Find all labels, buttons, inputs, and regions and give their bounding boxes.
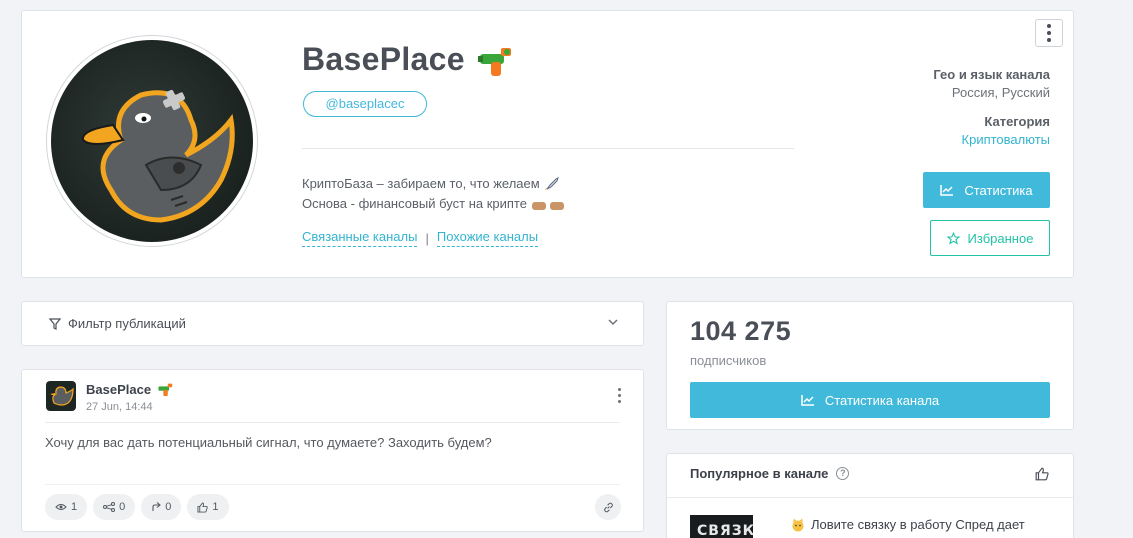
help-icon[interactable]: ? (836, 467, 850, 480)
popular-post-text: Ловите связку в работу Спред дает (811, 517, 1025, 532)
username-badge[interactable]: @baseplacec (303, 91, 427, 117)
channel-avatar (46, 35, 258, 247)
thumbs-up-icon (197, 501, 209, 513)
header-divider (302, 148, 794, 149)
forwards-stat[interactable]: 0 (141, 494, 182, 520)
category-label: Категория (984, 114, 1050, 129)
post-footer-divider (45, 484, 620, 485)
water-gun-emoji-icon (477, 42, 517, 78)
filter-label: Фильтр публикаций (68, 316, 186, 331)
post-text: Хочу для вас дать потенциальный сигнал, … (45, 435, 492, 450)
channel-header-card: BasePlace @baseplacec КриптоБаза – забир… (21, 10, 1074, 278)
cat-emoji-icon (792, 518, 804, 531)
popular-post-title[interactable]: Ловите связку в работу Спред дает (791, 517, 1025, 532)
popular-post-thumbnail[interactable]: СВЯЗКА (690, 515, 753, 538)
post-author-name: BasePlace (86, 381, 152, 397)
post-author-avatar (46, 381, 76, 411)
copy-link-button[interactable] (595, 494, 621, 520)
category-value-link[interactable]: Криптовалюты (962, 132, 1050, 147)
rocket-emoji-icon (544, 177, 560, 191)
description-line-2: Основа - финансовый буст на крипте (302, 196, 527, 211)
favorite-button[interactable]: Избранное (930, 220, 1050, 256)
statistics-button-label: Статистика (964, 182, 1033, 198)
more-vertical-icon (1047, 24, 1051, 28)
shares-count: 0 (119, 501, 126, 513)
chart-line-icon (801, 395, 814, 406)
views-count: 1 (71, 501, 78, 513)
popular-title: Популярное в канале ? (690, 466, 850, 481)
publication-filter[interactable]: Фильтр публикаций (21, 301, 644, 346)
channel-title-text: BasePlace (302, 41, 465, 77)
post-date: 27 Jun, 14:44 (86, 401, 153, 413)
share-icon (103, 502, 116, 512)
post-more-options-button[interactable] (618, 388, 621, 403)
chevron-down-icon[interactable] (607, 316, 619, 328)
duck-logo-image (51, 40, 253, 242)
shares-stat[interactable]: 0 (93, 494, 136, 520)
views-stat[interactable]: 1 (45, 494, 88, 520)
popular-title-text: Популярное в канале (690, 466, 829, 481)
more-vertical-icon (618, 388, 621, 391)
channel-title: BasePlace (302, 41, 517, 78)
forward-icon (152, 502, 162, 511)
geo-value: Россия, Русский (951, 85, 1050, 100)
popular-divider (667, 497, 1073, 498)
description-line-1: КриптоБаза – забираем то, что желаем (302, 176, 540, 191)
post-author[interactable]: BasePlace (86, 381, 175, 397)
channel-statistics-label: Статистика канала (824, 392, 940, 408)
likes-count: 1 (212, 501, 219, 513)
more-options-button[interactable] (1035, 19, 1063, 47)
forwards-count: 0 (165, 501, 172, 513)
subscribers-label: подписчиков (690, 353, 767, 368)
filter-icon (49, 317, 61, 330)
geo-label: Гео и язык канала (933, 67, 1050, 82)
chart-line-icon (940, 185, 954, 196)
channel-description: КриптоБаза – забираем то, что желаем Осн… (302, 174, 565, 214)
related-channels-link[interactable]: Связанные каналы (302, 229, 418, 247)
eye-icon (55, 504, 67, 510)
similar-channels-link[interactable]: Похожие каналы (436, 229, 539, 247)
statistics-button[interactable]: Статистика (923, 172, 1050, 208)
post-divider (45, 422, 620, 423)
star-icon (946, 231, 960, 245)
subscribers-card: 104 275 подписчиков Статистика канала (666, 301, 1074, 430)
favorite-button-label: Избранное (967, 230, 1034, 246)
fist-bump-emoji-icon (531, 198, 565, 210)
popular-posts-card: Популярное в канале ? СВЯЗКА Ловите связ… (666, 453, 1074, 538)
channel-statistics-button[interactable]: Статистика канала (690, 382, 1050, 418)
post-stats: 1 0 0 1 (45, 494, 229, 520)
post-card: BasePlace 27 Jun, 14:44 Хочу для вас дат… (21, 369, 644, 532)
link-icon (603, 502, 613, 512)
likes-stat[interactable]: 1 (187, 494, 229, 520)
thumbs-up-icon[interactable] (1035, 467, 1049, 481)
channel-links: Связанные каналы | Похожие каналы (302, 229, 539, 247)
water-gun-emoji-icon (158, 383, 173, 397)
subscribers-count: 104 275 (690, 316, 792, 346)
links-separator: | (425, 230, 429, 246)
